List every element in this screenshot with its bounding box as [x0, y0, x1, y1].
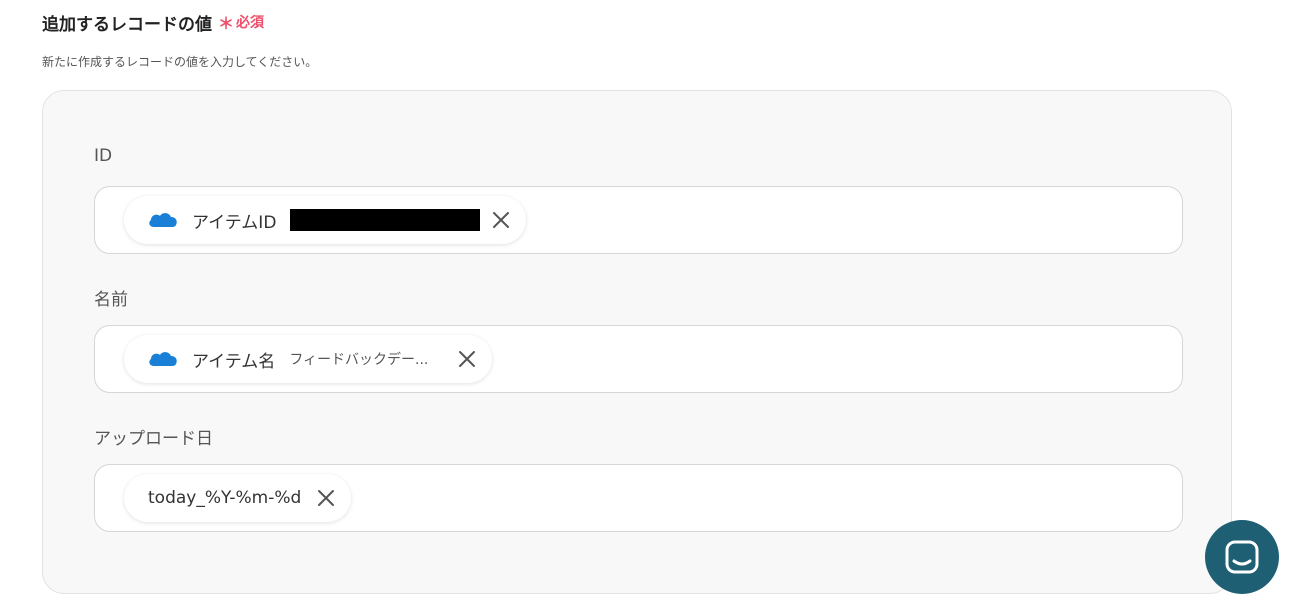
field-input-name[interactable]: アイテム名 フィードバックデー... [94, 325, 1183, 393]
chip-name: アイテムID [192, 212, 277, 233]
redacted-value [290, 209, 481, 231]
close-icon[interactable] [315, 487, 337, 509]
field-input-upload-date[interactable]: today_%Y-%m-%d [94, 464, 1183, 532]
chip-name: アイテム名 [192, 351, 276, 372]
chat-icon [1225, 540, 1259, 574]
variable-chip-item-id[interactable]: アイテムID [124, 196, 527, 244]
record-values-panel: ID アイテムID 名前 アイテム名 フィードバックデー... アップロード日 [42, 90, 1232, 594]
section-title-text: 追加するレコードの値 [42, 14, 212, 35]
onedrive-cloud-icon [149, 213, 177, 227]
variable-chip-item-name[interactable]: アイテム名 フィードバックデー... [124, 335, 493, 383]
variable-chip-today[interactable]: today_%Y-%m-%d [124, 474, 352, 522]
required-asterisk: ＊ [218, 14, 235, 33]
chat-support-button[interactable] [1205, 520, 1279, 594]
close-icon[interactable] [456, 348, 478, 370]
chip-text: today_%Y-%m-%d [148, 488, 302, 508]
section-description: 新たに作成するレコードの値を入力してください。 [42, 55, 318, 69]
onedrive-cloud-icon [149, 352, 177, 366]
required-label: 必須 [236, 15, 265, 31]
chip-value: フィードバックデー... [289, 352, 429, 368]
field-label-name: 名前 [94, 290, 128, 310]
close-icon[interactable] [490, 209, 512, 231]
field-input-id[interactable]: アイテムID [94, 186, 1183, 254]
field-label-id: ID [94, 146, 113, 166]
section-title: 追加するレコードの値 ＊ 必須 [42, 8, 264, 36]
field-label-upload-date: アップロード日 [94, 429, 213, 449]
